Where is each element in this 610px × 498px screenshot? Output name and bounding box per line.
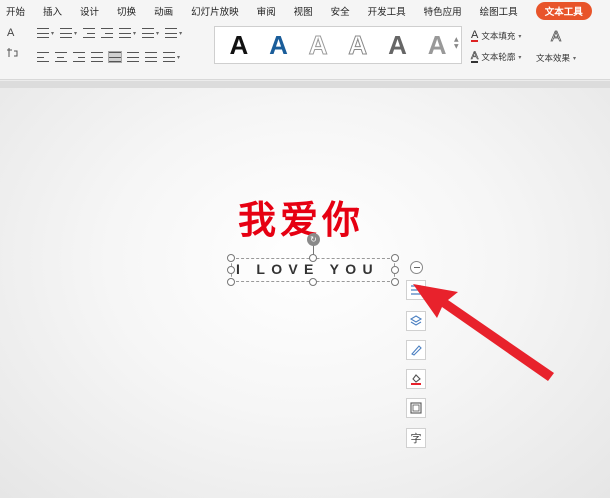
font-size-icon[interactable]: A <box>7 27 14 39</box>
menu-animation[interactable]: 动画 <box>154 4 173 18</box>
text-outline-button[interactable]: A 文本轮廓 ▾ <box>471 50 521 63</box>
align-controls: ▾ <box>37 51 180 63</box>
menu-view[interactable]: 视图 <box>294 4 313 18</box>
layers-icon <box>409 315 423 326</box>
justify-icon[interactable] <box>91 52 103 62</box>
chevron-down-icon[interactable]: ▾ <box>518 33 521 40</box>
resize-handle-nw[interactable] <box>227 254 235 262</box>
gallery-scroll-icon[interactable]: ▲ ▼ <box>454 36 459 50</box>
text-effect-icon[interactable]: A <box>551 28 562 46</box>
align-text-icon[interactable] <box>142 28 155 38</box>
list-controls: ▾ ▾ ▾ ▾ ▾ <box>37 28 182 38</box>
font-tool-button[interactable]: 字 <box>406 428 426 448</box>
ribbon-toolbar: A ▾ ▾ ▾ ▾ ▾ ▾ A A A A A A ▲ ▼ A 文本填充 ▾ A… <box>0 22 610 80</box>
text-align-tool-button[interactable] <box>406 280 426 300</box>
pencil-icon <box>411 345 422 356</box>
text-fill-icon: A <box>471 29 479 42</box>
line-spacing-icon[interactable] <box>127 52 139 62</box>
chevron-down-icon[interactable]: ▾ <box>179 30 182 37</box>
chevron-down-icon[interactable]: ▾ <box>156 30 159 37</box>
rotate-handle-icon[interactable]: ↻ <box>307 233 320 246</box>
resize-handle-e[interactable] <box>391 266 399 274</box>
menu-bar: 开始 插入 设计 切换 动画 幻灯片放映 审阅 视图 安全 开发工具 特色应用 … <box>0 0 610 22</box>
align-icon <box>411 285 421 295</box>
resize-handle-n[interactable] <box>309 254 317 262</box>
resize-handle-w[interactable] <box>227 266 235 274</box>
chevron-down-icon[interactable]: ▾ <box>133 30 136 37</box>
menu-features[interactable]: 特色应用 <box>424 4 462 18</box>
menu-slideshow[interactable]: 幻灯片放映 <box>191 4 239 18</box>
menu-transition[interactable]: 切换 <box>117 4 136 18</box>
outline-tool-button[interactable] <box>406 398 426 418</box>
chevron-down-icon[interactable]: ▾ <box>74 30 77 37</box>
text-outline-label: 文本轮廓 <box>481 53 516 63</box>
text-fill-label: 文本填充 <box>481 32 516 42</box>
outline-frame-icon <box>410 402 422 414</box>
wordart-style-gallery: A A A A A A <box>214 26 462 64</box>
layers-tool-button[interactable] <box>406 311 426 331</box>
text-direction-icon[interactable] <box>119 28 132 38</box>
wordart-style-1[interactable]: A <box>229 32 248 58</box>
bullet-list-icon[interactable] <box>37 28 49 38</box>
increase-indent-icon[interactable] <box>101 28 114 38</box>
menu-security[interactable]: 安全 <box>331 4 350 18</box>
paint-bucket-icon <box>411 374 421 385</box>
menu-text-tools-tab[interactable]: 文本工具 <box>535 2 592 20</box>
ribbon-divider <box>0 81 610 88</box>
text-outline-icon: A <box>471 50 479 63</box>
menu-start[interactable]: 开始 <box>6 4 25 18</box>
chevron-down-icon[interactable]: ▾ <box>518 54 521 61</box>
chevron-down-icon[interactable]: ▾ <box>51 30 54 37</box>
slide-title-text[interactable]: 我爱你 <box>238 189 364 244</box>
align-center-icon[interactable] <box>55 52 67 62</box>
columns-icon[interactable] <box>165 28 178 38</box>
textbox-content[interactable]: I LOVE YOU <box>236 261 379 277</box>
font-char-icon: 字 <box>410 432 422 445</box>
collapse-toolbar-button[interactable] <box>410 261 423 274</box>
phonetic-icon[interactable] <box>5 47 19 59</box>
menu-review[interactable]: 审阅 <box>257 4 276 18</box>
align-right-icon[interactable] <box>73 52 85 62</box>
wordart-style-4[interactable]: A <box>348 32 368 59</box>
menu-insert[interactable]: 插入 <box>43 4 62 18</box>
menu-drawing-tools[interactable]: 绘图工具 <box>480 4 518 18</box>
text-effect-label: 文本效果 <box>536 54 571 64</box>
resize-handle-se[interactable] <box>391 278 399 286</box>
chevron-down-icon[interactable]: ▾ <box>177 54 180 61</box>
resize-handle-s[interactable] <box>309 278 317 286</box>
pen-tool-button[interactable] <box>406 340 426 360</box>
menu-developer[interactable]: 开发工具 <box>368 4 406 18</box>
decrease-indent-icon[interactable] <box>83 28 96 38</box>
slide-canvas[interactable] <box>0 88 610 498</box>
resize-handle-sw[interactable] <box>227 278 235 286</box>
chevron-down-icon[interactable]: ▾ <box>573 55 576 62</box>
paragraph-settings-icon[interactable] <box>163 52 175 62</box>
distribute-icon[interactable] <box>108 51 122 63</box>
align-left-icon[interactable] <box>37 52 49 62</box>
wordart-style-2[interactable]: A <box>269 32 288 58</box>
resize-handle-ne[interactable] <box>391 254 399 262</box>
wordart-style-6[interactable]: A <box>428 32 447 58</box>
numbered-list-icon[interactable] <box>60 28 73 38</box>
menu-design[interactable]: 设计 <box>80 4 99 18</box>
text-effect-button[interactable]: 文本效果 ▾ <box>536 52 576 64</box>
text-fill-button[interactable]: A 文本填充 ▾ <box>471 30 521 42</box>
wordart-style-5[interactable]: A <box>388 32 407 58</box>
fill-tool-button[interactable] <box>406 369 426 389</box>
paragraph-spacing-icon[interactable] <box>145 52 157 62</box>
wordart-style-3[interactable]: A <box>308 32 328 59</box>
